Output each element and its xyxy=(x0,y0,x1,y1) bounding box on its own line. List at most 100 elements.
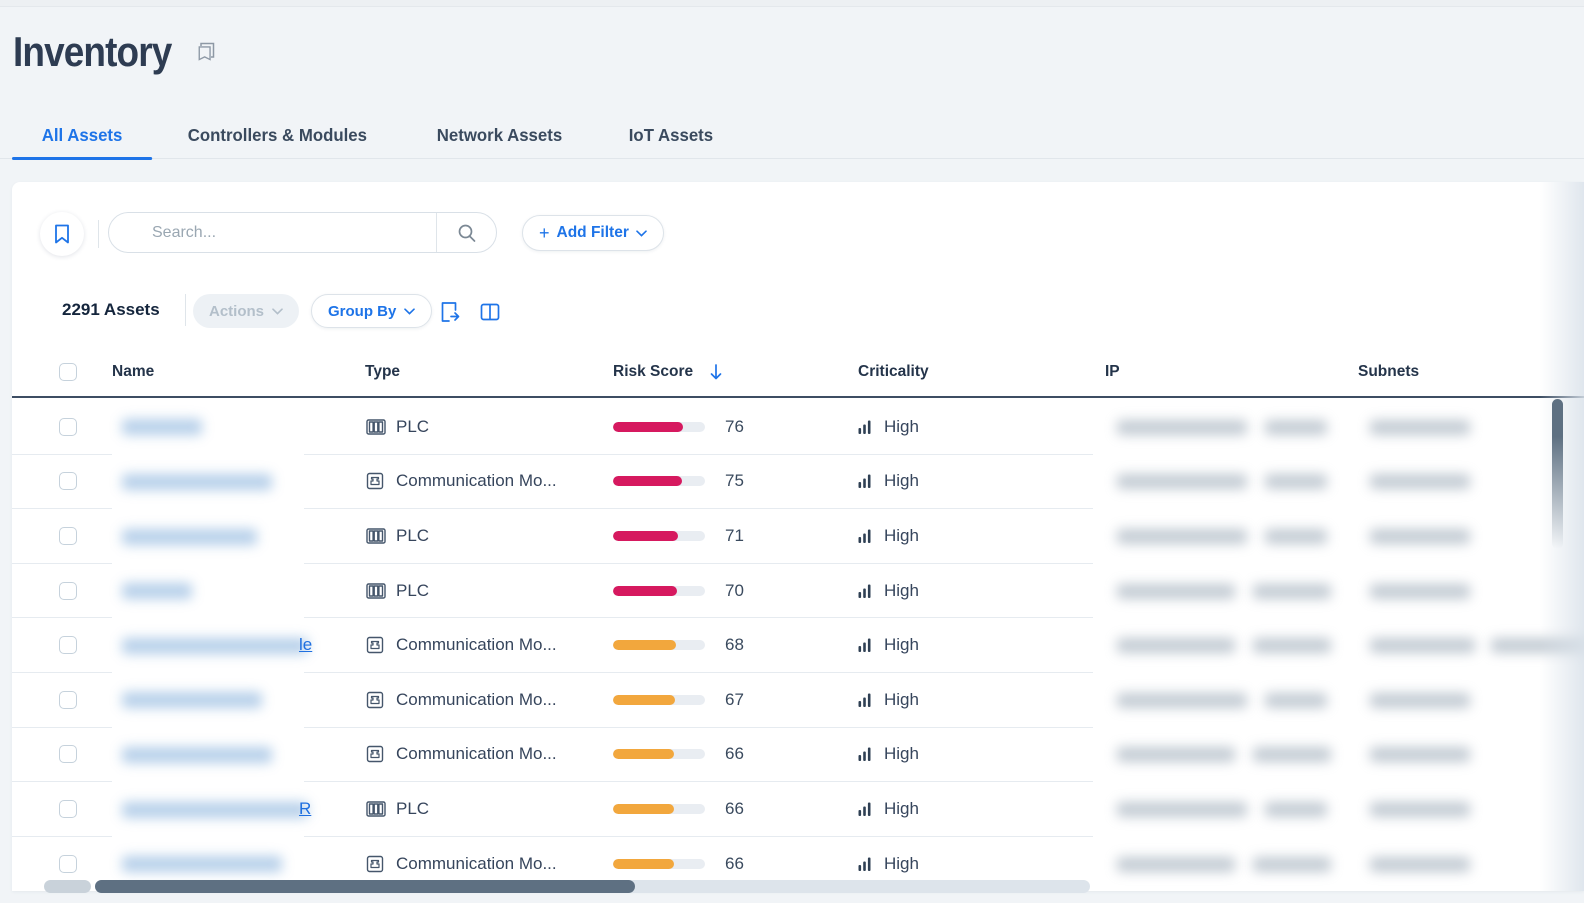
column-header-ip[interactable]: IP xyxy=(1105,363,1120,381)
comm-icon xyxy=(365,854,385,874)
group-by-button[interactable]: Group By xyxy=(311,294,432,328)
row-checkbox[interactable] xyxy=(59,527,77,545)
risk-score-value: 70 xyxy=(725,581,744,601)
count-divider xyxy=(185,294,186,326)
redacted-asset-name[interactable] xyxy=(122,638,308,654)
asset-count: 2291 Assets xyxy=(62,300,160,320)
redacted-asset-name[interactable] xyxy=(122,474,272,490)
export-button[interactable] xyxy=(436,298,464,326)
bookmark-icon xyxy=(54,224,70,244)
column-header-name[interactable]: Name xyxy=(112,363,154,381)
plc-icon xyxy=(365,581,387,601)
search-input[interactable] xyxy=(109,213,436,252)
hscroll-left-paddle[interactable] xyxy=(44,880,91,893)
redacted-subnet xyxy=(1370,638,1475,653)
column-header-subnets[interactable]: Subnets xyxy=(1358,363,1419,381)
column-header-type[interactable]: Type xyxy=(365,363,400,381)
criticality-bars-icon xyxy=(858,746,873,762)
row-checkbox[interactable] xyxy=(59,855,77,873)
horizontal-scrollbar-thumb[interactable] xyxy=(95,880,635,893)
columns-icon xyxy=(480,303,500,321)
redacted-subnet xyxy=(1370,420,1470,435)
risk-score-value: 66 xyxy=(725,744,744,764)
select-all-checkbox[interactable] xyxy=(59,363,77,381)
asset-name-link-suffix[interactable]: le xyxy=(299,635,312,655)
criticality-label: High xyxy=(884,526,919,546)
asset-type-label: Communication Mo... xyxy=(396,690,557,710)
redacted-asset-name[interactable] xyxy=(122,692,262,708)
add-filter-button[interactable]: + Add Filter xyxy=(522,215,664,251)
redacted-ip xyxy=(1117,474,1247,489)
risk-score-bar xyxy=(613,804,705,814)
name-column-blur-overlay: leR xyxy=(112,400,304,878)
risk-score-bar xyxy=(613,586,705,596)
asset-type-label: Communication Mo... xyxy=(396,471,557,491)
redacted-ip xyxy=(1117,584,1235,599)
chevron-down-icon xyxy=(636,230,647,237)
redacted-subnet xyxy=(1491,638,1584,653)
criticality-bars-icon xyxy=(858,856,873,872)
criticality-bars-icon xyxy=(858,473,873,489)
risk-score-value: 68 xyxy=(725,635,744,655)
sort-desc-icon[interactable] xyxy=(709,364,723,380)
criticality-bars-icon xyxy=(858,637,873,653)
asset-type-label: PLC xyxy=(396,526,429,546)
redacted-ip xyxy=(1253,584,1331,599)
criticality-label: High xyxy=(884,854,919,874)
saved-views-button[interactable] xyxy=(40,212,84,256)
risk-score-value: 66 xyxy=(725,854,744,874)
asset-type-label: Communication Mo... xyxy=(396,854,557,874)
criticality-bars-icon xyxy=(858,528,873,544)
redacted-ip xyxy=(1265,802,1327,817)
redacted-ip xyxy=(1117,529,1247,544)
row-checkbox[interactable] xyxy=(59,472,77,490)
redacted-asset-name[interactable] xyxy=(122,529,257,545)
row-checkbox[interactable] xyxy=(59,636,77,654)
criticality-label: High xyxy=(884,799,919,819)
comm-icon xyxy=(365,744,385,764)
redacted-ip xyxy=(1117,747,1235,762)
redacted-asset-name[interactable] xyxy=(122,856,282,872)
redacted-asset-name[interactable] xyxy=(122,419,202,435)
tab-network-assets[interactable]: Network Assets xyxy=(407,112,592,158)
redacted-asset-name[interactable] xyxy=(122,583,192,599)
search-box xyxy=(108,212,497,253)
horizontal-scrollbar[interactable] xyxy=(95,880,1090,893)
criticality-label: High xyxy=(884,635,919,655)
plus-icon: + xyxy=(539,223,550,244)
search-button[interactable] xyxy=(436,213,496,252)
table-header: Name Type Risk Score Criticality IP Subn… xyxy=(12,348,1584,398)
row-checkbox[interactable] xyxy=(59,582,77,600)
redacted-ip xyxy=(1265,693,1327,708)
vertical-scrollbar-thumb[interactable] xyxy=(1552,399,1563,549)
chevron-down-icon xyxy=(404,308,415,315)
tab-controllers-modules[interactable]: Controllers & Modules xyxy=(158,112,397,158)
redacted-subnet xyxy=(1370,474,1470,489)
risk-score-bar xyxy=(613,531,705,541)
page-title: Inventory xyxy=(13,28,171,76)
redacted-ip xyxy=(1265,529,1327,544)
columns-button[interactable] xyxy=(476,298,504,326)
redacted-ip xyxy=(1265,420,1327,435)
row-checkbox[interactable] xyxy=(59,418,77,436)
redacted-ip xyxy=(1253,857,1331,872)
tab-iot-assets[interactable]: IoT Assets xyxy=(599,112,743,158)
tab-all-assets[interactable]: All Assets xyxy=(12,112,152,158)
asset-name-link-suffix[interactable]: R xyxy=(299,799,311,819)
column-header-criticality[interactable]: Criticality xyxy=(858,363,929,381)
copy-icon[interactable] xyxy=(197,42,215,62)
asset-type-label: PLC xyxy=(396,799,429,819)
actions-button[interactable]: Actions xyxy=(193,294,299,328)
risk-score-value: 66 xyxy=(725,799,744,819)
risk-score-bar xyxy=(613,749,705,759)
redacted-asset-name[interactable] xyxy=(122,802,308,818)
criticality-bars-icon xyxy=(858,692,873,708)
row-checkbox[interactable] xyxy=(59,745,77,763)
risk-score-value: 75 xyxy=(725,471,744,491)
row-checkbox[interactable] xyxy=(59,691,77,709)
redacted-asset-name[interactable] xyxy=(122,747,272,763)
ip-subnet-blur-overlay xyxy=(1093,400,1584,878)
redacted-ip xyxy=(1253,638,1331,653)
column-header-risk-score[interactable]: Risk Score xyxy=(613,363,693,381)
row-checkbox[interactable] xyxy=(59,800,77,818)
